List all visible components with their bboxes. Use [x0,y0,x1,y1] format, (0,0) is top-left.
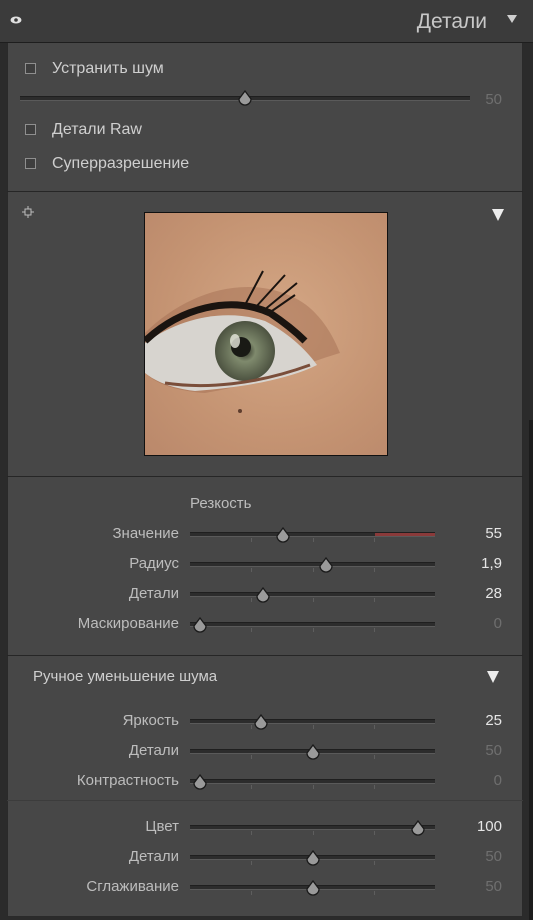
detail-preview-image[interactable] [144,212,388,456]
luminance-noise-slider-track[interactable] [190,779,435,784]
sharpening-heading: Резкость [190,495,252,512]
slider-tick [373,755,375,759]
eye-icon[interactable] [10,16,22,24]
color-noise-slider-thumb[interactable] [410,820,426,838]
luminance-noise-value: 0 [493,772,502,789]
slider-tick [251,831,253,835]
color-noise-label: Цвет [145,818,179,835]
color-noise-slider-thumb[interactable] [305,850,321,868]
luminance-noise-slider-track[interactable] [190,719,435,724]
slider-tick [251,785,253,789]
divider [7,800,523,801]
luminance-noise-label: Детали [128,742,179,759]
divider [7,655,523,656]
slider-tick [251,568,253,572]
divider [7,191,523,192]
remove-noise-value: 50 [485,91,502,108]
slider-tick [373,785,375,789]
sharpening-label: Детали [128,585,179,602]
slider-tick [373,725,375,729]
sharpening-label: Радиус [129,555,179,572]
scrollbar[interactable] [529,420,533,920]
remove-noise-slider-thumb[interactable] [237,90,253,108]
slider-tick [312,628,314,632]
slider-tick [373,891,375,895]
color-noise-slider-track[interactable] [190,825,435,830]
slider-tick [251,891,253,895]
super-resolution-label: Суперразрешение [52,155,190,172]
luminance-noise-value: 25 [485,712,502,729]
luminance-noise-label: Яркость [122,712,179,729]
divider [7,476,523,477]
sharpening-slider-track[interactable] [190,532,435,537]
panel-header[interactable]: Детали [0,0,533,43]
preview-toggle-triangle-icon[interactable] [491,208,505,222]
slider-tick [373,861,375,865]
clipping-indicator [375,533,435,536]
sharpening-value: 55 [485,525,502,542]
slider-tick [373,568,375,572]
sharpening-value: 28 [485,585,502,602]
luminance-noise-slider-thumb[interactable] [305,744,321,762]
raw-details-checkbox[interactable] [25,124,36,135]
slider-tick [251,861,253,865]
collapse-triangle-icon[interactable] [507,14,517,24]
slider-tick [251,598,253,602]
sharpening-slider-thumb[interactable] [275,527,291,545]
slider-tick [312,725,314,729]
luminance-noise-value: 50 [485,742,502,759]
sharpening-value: 0 [493,615,502,632]
luminance-noise-slider-thumb[interactable] [253,714,269,732]
slider-tick [373,628,375,632]
color-noise-slider-thumb[interactable] [305,880,321,898]
target-adjust-icon[interactable] [22,206,34,218]
slider-tick [373,598,375,602]
manual-noise-heading: Ручное уменьшение шума [33,668,218,685]
color-noise-value: 100 [476,818,502,835]
sharpening-label: Маскирование [77,615,179,632]
slider-tick [251,755,253,759]
sharpening-label: Значение [112,525,179,542]
slider-tick [312,831,314,835]
slider-tick [312,785,314,789]
luminance-noise-label: Контрастность [76,772,179,789]
slider-tick [251,628,253,632]
sharpening-slider-thumb[interactable] [318,557,334,575]
slider-tick [312,538,314,542]
remove-noise-label: Устранить шум [52,60,164,77]
color-noise-value: 50 [485,878,502,895]
slider-tick [312,568,314,572]
sharpening-slider-thumb[interactable] [192,617,208,635]
slider-tick [373,538,375,542]
sharpening-slider-track[interactable] [190,562,435,567]
luminance-noise-slider-thumb[interactable] [192,774,208,792]
raw-details-label: Детали Raw [52,121,142,138]
color-noise-value: 50 [485,848,502,865]
color-noise-label: Детали [128,848,179,865]
sharpening-slider-track[interactable] [190,592,435,597]
slider-tick [251,538,253,542]
sharpening-slider-track[interactable] [190,622,435,627]
sharpening-value: 1,9 [481,555,502,572]
slider-tick [373,831,375,835]
remove-noise-checkbox[interactable] [25,63,36,74]
super-resolution-checkbox[interactable] [25,158,36,169]
color-noise-label: Сглаживание [86,878,179,895]
eye-closeup-photo [145,213,387,455]
slider-tick [312,598,314,602]
manual-noise-toggle-triangle-icon[interactable] [486,670,500,684]
sharpening-slider-thumb[interactable] [255,587,271,605]
panel-title: Детали [416,10,487,33]
